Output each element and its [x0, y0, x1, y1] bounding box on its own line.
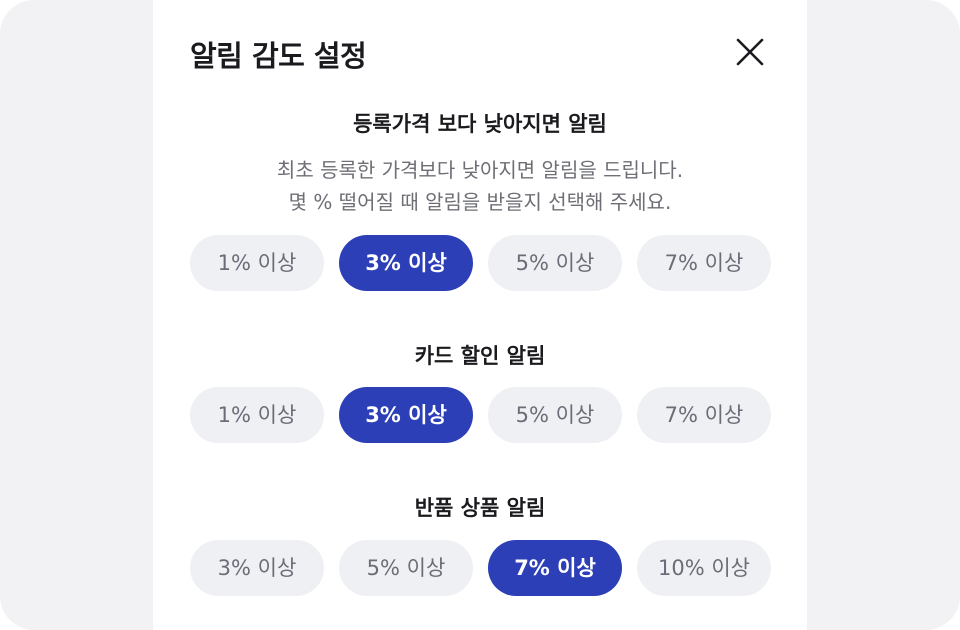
- returned-items-option-group: 3% 이상 5% 이상 7% 이상 10% 이상: [190, 540, 772, 596]
- section-title-returned-items: 반품 상품 알림: [414, 496, 546, 520]
- option-chip[interactable]: 5% 이상: [488, 235, 622, 291]
- option-chip[interactable]: 1% 이상: [190, 387, 324, 443]
- option-chip[interactable]: 7% 이상: [637, 387, 771, 443]
- section-title-price-drop: 등록가격 보다 낮아지면 알림: [353, 112, 607, 136]
- price-drop-option-group: 1% 이상 3% 이상 5% 이상 7% 이상: [190, 235, 772, 291]
- option-chip[interactable]: 3% 이상: [190, 540, 324, 596]
- option-chip-selected[interactable]: 7% 이상: [488, 540, 622, 596]
- modal-backdrop: 알림 감도 설정 등록가격 보다 낮아지면 알림 최초 등록한 가격보다 낮아지…: [0, 0, 960, 630]
- option-chip[interactable]: 10% 이상: [637, 540, 771, 596]
- option-chip[interactable]: 5% 이상: [488, 387, 622, 443]
- section-title-card-discount: 카드 할인 알림: [414, 344, 546, 368]
- sheet-title: 알림 감도 설정: [190, 39, 367, 73]
- close-button[interactable]: [732, 34, 768, 70]
- card-discount-option-group: 1% 이상 3% 이상 5% 이상 7% 이상: [190, 387, 772, 443]
- option-chip[interactable]: 5% 이상: [339, 540, 473, 596]
- option-chip[interactable]: 7% 이상: [637, 235, 771, 291]
- option-chip-selected[interactable]: 3% 이상: [339, 235, 473, 291]
- section-description-line-1: 최초 등록한 가격보다 낮아지면 알림을 드립니다.: [276, 158, 684, 182]
- close-icon: [736, 38, 764, 66]
- alert-sensitivity-sheet: 알림 감도 설정 등록가격 보다 낮아지면 알림 최초 등록한 가격보다 낮아지…: [153, 0, 807, 630]
- option-chip[interactable]: 1% 이상: [190, 235, 324, 291]
- option-chip-selected[interactable]: 3% 이상: [339, 387, 473, 443]
- section-description-line-2: 몇 % 떨어질 때 알림을 받을지 선택해 주세요.: [288, 190, 672, 214]
